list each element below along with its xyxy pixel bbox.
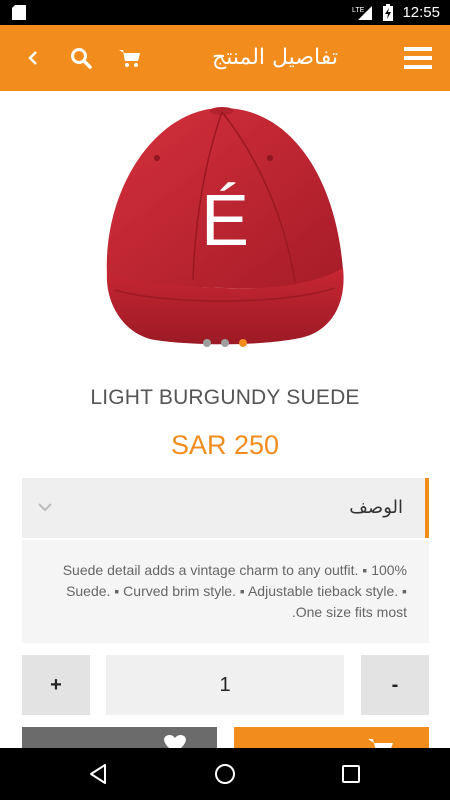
description-header[interactable]: الوصف — [22, 478, 429, 538]
gallery-dot[interactable] — [203, 339, 211, 347]
quantity-value[interactable]: 1 — [106, 655, 344, 715]
description-body: Suede detail adds a vintage charm to any… — [22, 540, 429, 643]
product-price: SAR 250 — [170, 430, 280, 460]
chevron-down-icon — [38, 503, 52, 512]
gallery-dot-active[interactable] — [239, 339, 247, 347]
battery-charging-icon — [383, 4, 394, 21]
menu-button[interactable] — [400, 25, 436, 91]
lte-signal-icon: LTE — [352, 5, 373, 20]
nav-home-button[interactable] — [195, 748, 255, 800]
wishlist-button[interactable] — [22, 727, 217, 748]
menu-icon — [404, 47, 432, 69]
gallery-indicator — [0, 339, 450, 349]
quantity-increase-button[interactable]: + — [22, 655, 90, 715]
nav-back-button[interactable] — [68, 748, 128, 800]
nav-back-icon — [90, 764, 106, 784]
app-bar: تفاصيل المنتج — [0, 25, 450, 91]
add-to-cart-button[interactable] — [234, 727, 429, 748]
cap-image: É — [106, 107, 344, 345]
nav-home-icon — [215, 764, 235, 784]
system-nav-bar — [0, 748, 450, 800]
sd-card-icon — [12, 5, 26, 20]
heart-icon — [164, 734, 186, 748]
page-title: تفاصيل المنتج — [212, 45, 338, 70]
product-image[interactable]: É — [85, 100, 365, 365]
status-time: 12:55 — [402, 4, 440, 21]
cart-button[interactable] — [115, 25, 145, 91]
svg-text:LTE: LTE — [352, 7, 365, 14]
status-icons: LTE 12:55 — [352, 0, 440, 25]
search-icon — [71, 48, 92, 69]
back-button[interactable] — [18, 25, 48, 91]
quantity-decrease-button[interactable]: - — [361, 655, 429, 715]
description-label: الوصف — [349, 497, 403, 518]
cap-logo-letter: É — [201, 181, 249, 261]
status-bar: LTE 12:55 — [0, 0, 450, 25]
product-name: LIGHT BURGUNDY SUEDE — [90, 386, 360, 409]
cart-icon — [119, 50, 140, 67]
add-cart-icon — [368, 739, 393, 748]
description-text: Suede detail adds a vintage charm to any… — [62, 562, 407, 620]
gallery-dot[interactable] — [221, 339, 229, 347]
back-icon — [28, 51, 37, 65]
nav-recents-button[interactable] — [321, 748, 381, 800]
search-button[interactable] — [66, 25, 96, 91]
nav-recents-icon — [342, 765, 360, 783]
